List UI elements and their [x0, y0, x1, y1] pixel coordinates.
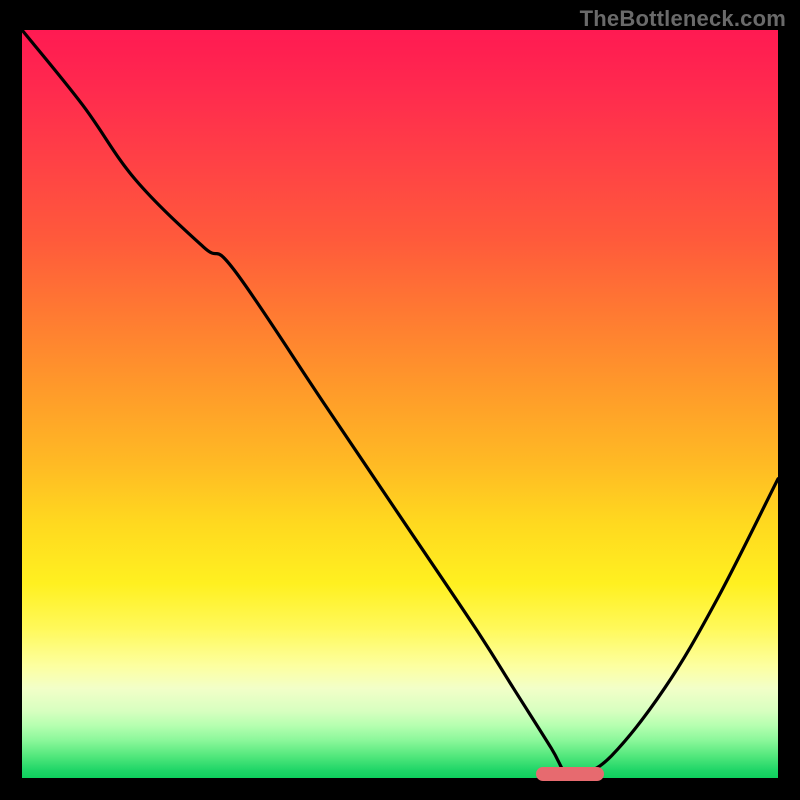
curve-layer — [22, 30, 778, 778]
bottleneck-curve — [22, 30, 778, 777]
optimal-range-marker — [536, 767, 604, 781]
chart-frame: TheBottleneck.com — [0, 0, 800, 800]
watermark-text: TheBottleneck.com — [580, 6, 786, 32]
plot-area — [22, 30, 778, 778]
